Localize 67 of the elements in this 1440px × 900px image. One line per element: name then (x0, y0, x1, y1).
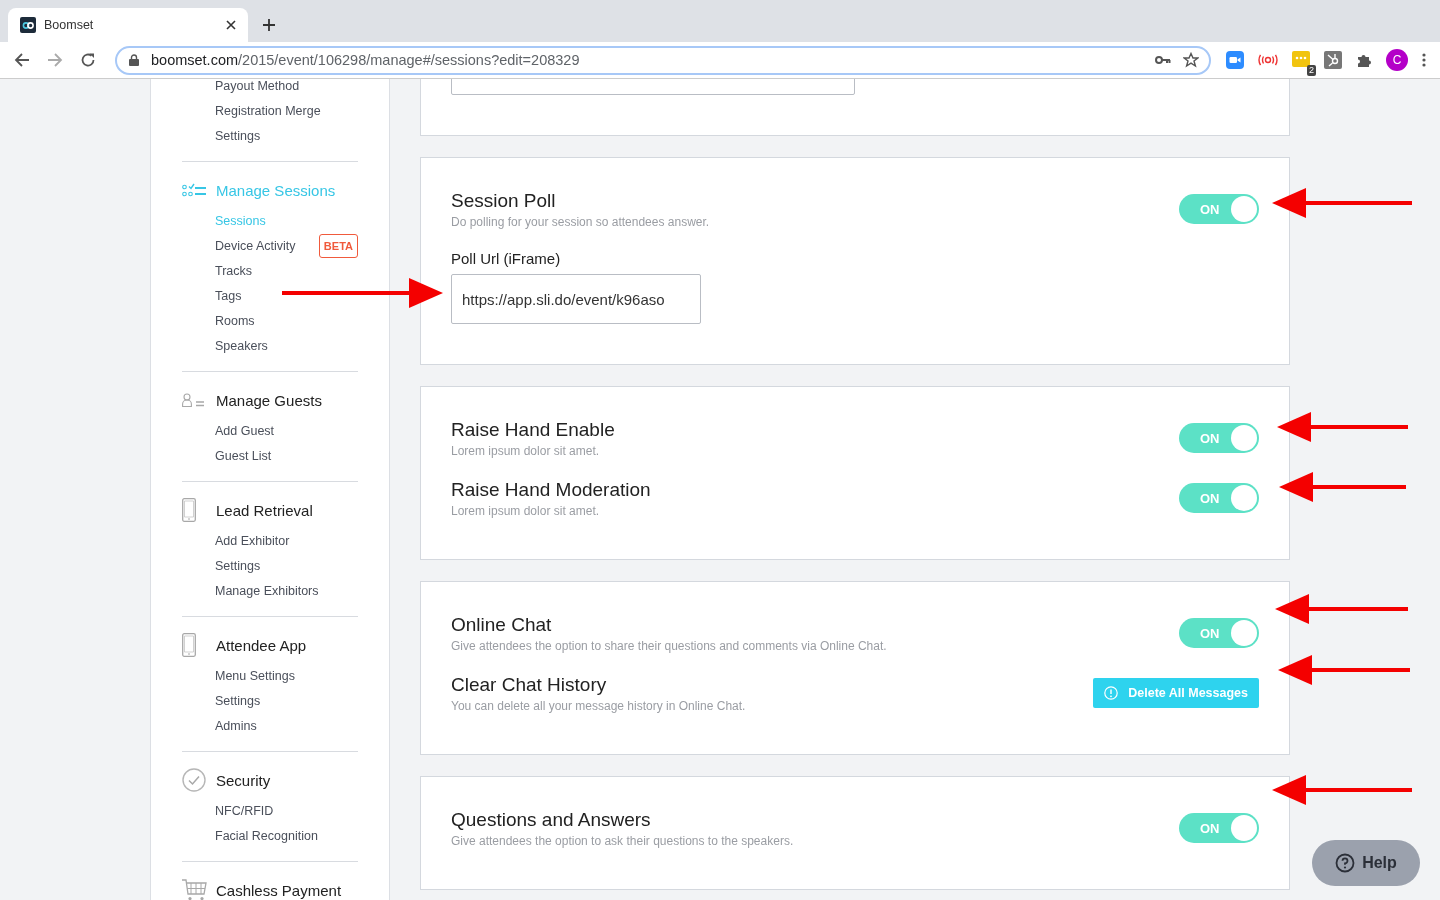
setting-title: Session Poll (451, 189, 557, 212)
url-input-field[interactable]: https://app.sli.do/event/k96aso (451, 274, 701, 324)
back-arrow-icon[interactable] (14, 52, 30, 68)
section-title[interactable]: Lead Retrieval (216, 501, 313, 519)
plus-icon[interactable] (262, 18, 276, 32)
key-icon[interactable] (1155, 55, 1171, 65)
extension-badge: 2 (1307, 65, 1316, 76)
help-button[interactable]: Help (1312, 840, 1420, 886)
more-menu-icon[interactable] (1422, 53, 1426, 67)
checklist-icon (182, 183, 206, 197)
section-title[interactable]: Manage Guests (216, 391, 322, 409)
setting-title: Raise Hand Moderation (451, 478, 651, 501)
puzzle-icon[interactable] (1356, 52, 1372, 68)
lock-icon (129, 54, 139, 66)
sidebar-link[interactable]: NFC/RFID (215, 803, 274, 818)
broadcast-icon[interactable] (1258, 54, 1278, 66)
sidebar-link[interactable]: Manage Exhibitors (215, 583, 319, 598)
sidebar-link[interactable]: Speakers (215, 338, 268, 353)
tab-title: Boomset (44, 18, 95, 32)
sidebar-link[interactable]: Add Guest (215, 423, 275, 438)
field-label: Poll Url (iFrame) (451, 250, 562, 267)
setting-description: Lorem ipsum dolor sit amet. (451, 443, 601, 458)
alert-icon (1104, 686, 1119, 700)
question-icon (1335, 853, 1356, 873)
sidebar-link[interactable]: Settings (215, 693, 261, 708)
cart-icon (182, 879, 208, 900)
phone-icon (182, 633, 196, 657)
message-icon[interactable] (1292, 51, 1310, 69)
close-icon[interactable] (226, 20, 236, 30)
sidebar-link[interactable]: Registration Merge (215, 103, 321, 118)
sidebar-link[interactable]: Admins (215, 718, 257, 733)
sidebar-link[interactable]: Settings (215, 128, 261, 143)
person-list-icon (182, 393, 206, 407)
beta-badge: BETA (318, 233, 358, 258)
sidebar-link[interactable]: Add Exhibitor (215, 533, 290, 548)
sidebar-link[interactable]: Tracks (215, 263, 253, 278)
section-title[interactable]: Attendee App (216, 636, 307, 654)
sidebar-link[interactable]: Facial Recognition (215, 828, 318, 843)
reload-icon[interactable] (80, 52, 96, 68)
phone-icon (182, 498, 196, 522)
setting-title: Online Chat (451, 613, 553, 636)
setting-title: Raise Hand Enable (451, 418, 615, 441)
url-text: boomset.com/2015/event/106298/manage#/sessions?edit=208329 (151, 52, 581, 68)
section-title[interactable]: Security (216, 771, 271, 789)
section-title[interactable]: Cashless Payment (216, 881, 342, 899)
setting-description: Do polling for your session so attendees answer. (451, 214, 710, 229)
setting-description: Give attendees the option to ask their questions to the speakers. (451, 833, 794, 848)
sidebar-link[interactable]: Menu Settings (215, 668, 295, 683)
sidebar-link[interactable]: Payout Method (215, 79, 300, 93)
sidebar-link[interactable]: Guest List (215, 448, 272, 463)
setting-description: Give attendees the option to share their questions and comments via Online Chat. (451, 638, 887, 653)
setting-description: You can delete all your message history in Online Chat. (451, 698, 746, 713)
check-circle-icon (182, 768, 206, 792)
setting-title: Clear Chat History (451, 673, 608, 696)
setting-title: Questions and Answers (451, 808, 652, 831)
address-bar[interactable]: boomset.com/2015/event/106298/manage#/sessions?edit=208329 (115, 45, 1211, 75)
sidebar-link[interactable]: Tags (215, 288, 242, 303)
network-node-icon[interactable] (1324, 51, 1342, 69)
sidebar-link[interactable]: Settings (215, 558, 261, 573)
sidebar-link[interactable]: Rooms (215, 313, 255, 328)
site-logo-icon (20, 17, 36, 33)
video-camera-icon[interactable] (1226, 51, 1244, 69)
star-icon[interactable] (1183, 52, 1199, 68)
browser-tab[interactable]: Boomset (8, 8, 248, 42)
sidebar-link[interactable]: Device Activity (215, 238, 296, 253)
profile-avatar[interactable]: C (1386, 49, 1408, 71)
setting-description: Lorem ipsum dolor sit amet. (451, 503, 601, 518)
